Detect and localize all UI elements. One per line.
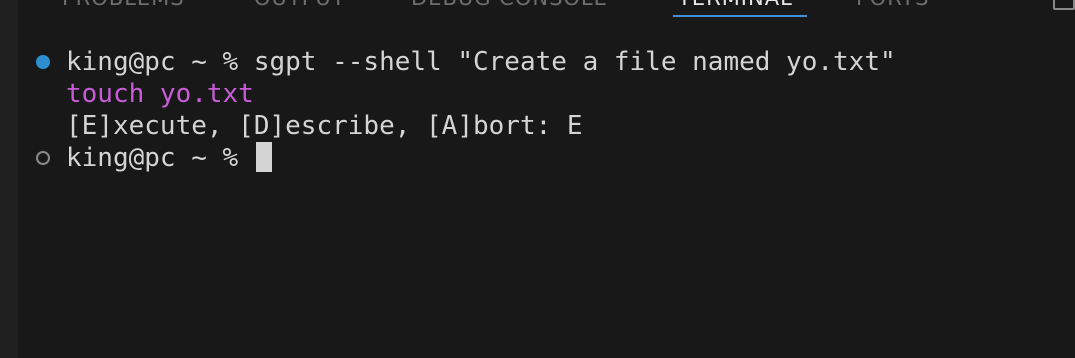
terminal-cursor (255, 141, 272, 172)
tab-ports[interactable]: PORTS (856, 0, 929, 10)
terminal-line-options: [E]xecute, [D]escribe, [A]bort: E (66, 110, 583, 142)
tab-terminal[interactable]: TERMINAL (678, 0, 793, 10)
command-success-circle-icon[interactable] (36, 55, 50, 69)
action-options: [E]xecute, [D]escribe, [A]bort: E (66, 111, 583, 141)
panel-left-edge (0, 0, 19, 358)
maximize-panel-icon[interactable] (1053, 0, 1075, 10)
panel-tab-bar: PROBLEMS OUTPUT DEBUG CONSOLE TERMINAL P… (18, 0, 1075, 34)
shell-command: sgpt --shell "Create a file named yo.txt… (253, 47, 896, 77)
terminal-output[interactable]: king@pc ~ % sgpt --shell "Create a file … (18, 34, 1075, 358)
shell-prompt: king@pc ~ % (66, 143, 254, 173)
command-pending-circle-icon[interactable] (36, 151, 50, 165)
terminal-line-prompt: king@pc ~ % (66, 141, 272, 174)
suggested-command: touch yo.txt (66, 79, 254, 109)
terminal-line-command: king@pc ~ % sgpt --shell "Create a file … (66, 46, 896, 78)
tab-problems[interactable]: PROBLEMS (62, 0, 185, 10)
tab-output[interactable]: OUTPUT (254, 0, 346, 10)
active-tab-indicator (673, 15, 807, 17)
shell-prompt: king@pc ~ % (66, 47, 254, 77)
terminal-line-suggestion: touch yo.txt (66, 78, 254, 110)
tab-debug-console[interactable]: DEBUG CONSOLE (411, 0, 608, 10)
